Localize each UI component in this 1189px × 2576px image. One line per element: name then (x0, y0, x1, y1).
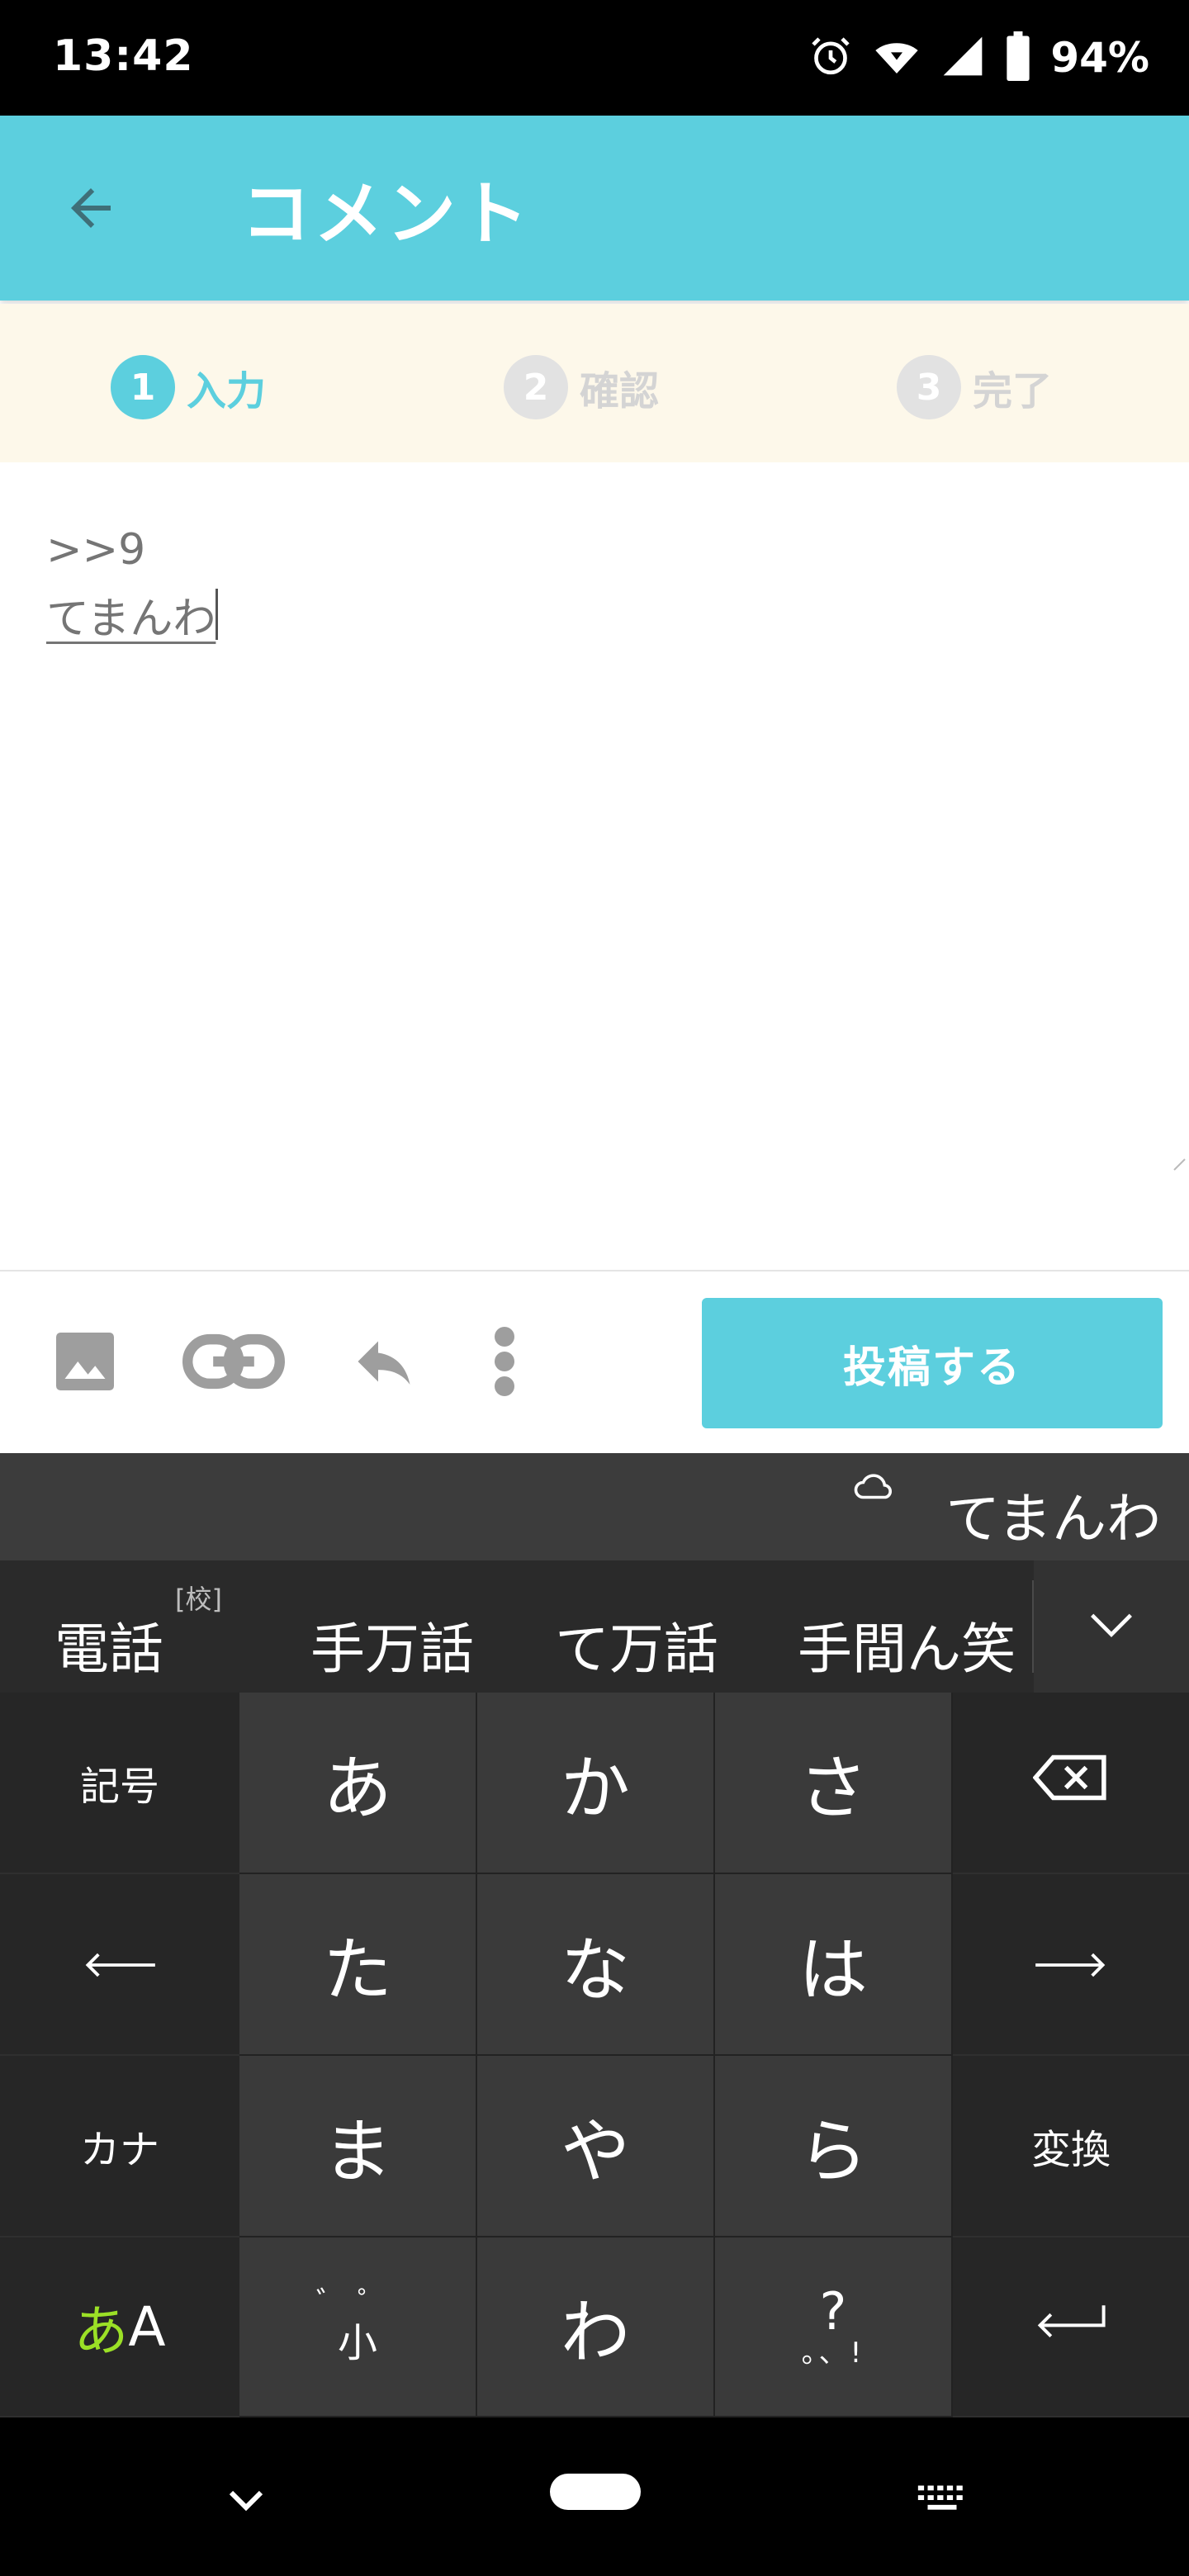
text-caret (216, 589, 219, 640)
enter-icon (1035, 2304, 1107, 2350)
key-symbols[interactable]: 記号 (0, 1693, 239, 1874)
key-grid: 記号 あ か さ た な は カナ ま や ら 変換 あ A ゛゜ 小 わ ? … (0, 1693, 1189, 2417)
resize-handle[interactable] (1171, 1156, 1186, 1171)
progress-stepper: 1 入力 2 確認 3 完了 (0, 304, 1189, 462)
step-number: 2 (504, 355, 568, 419)
small-label: 小 (337, 2320, 377, 2366)
more-vert-icon (492, 1324, 517, 1402)
composition-text: てまんわ (945, 1487, 1161, 1551)
reply-button[interactable] (339, 1318, 429, 1409)
wifi-icon (872, 33, 921, 83)
comment-textarea[interactable]: >>9 てまんわ (0, 462, 1189, 1270)
key-ha[interactable]: は (715, 1874, 953, 2056)
post-button[interactable]: 投稿する (702, 1298, 1163, 1428)
step-number: 3 (897, 355, 961, 419)
comment-toolbar: 投稿する (0, 1270, 1189, 1455)
step-confirm: 2 確認 (504, 355, 659, 419)
composition-bar: てまんわ (0, 1453, 1189, 1560)
key-ma[interactable]: ま (239, 2056, 477, 2237)
key-ka[interactable]: か (477, 1693, 715, 1874)
more-options-button[interactable] (459, 1318, 550, 1409)
status-icons: 94% (808, 31, 1149, 84)
mode-alpha-label: A (128, 2294, 166, 2359)
composing-text: てまんわ (46, 594, 216, 644)
arrow-left-icon (61, 178, 121, 241)
step-label: 完了 (973, 368, 1053, 414)
expand-candidates-button[interactable] (1034, 1560, 1189, 1693)
backspace-icon (1032, 1751, 1109, 1814)
question-label: ? (819, 2281, 847, 2342)
key-convert[interactable]: 変換 (953, 2056, 1189, 2237)
candidate-item[interactable]: 電話 (54, 1605, 163, 1684)
key-cursor-left[interactable] (0, 1874, 239, 2056)
chevron-down-icon (216, 2490, 276, 2528)
status-time: 13:42 (53, 31, 194, 81)
app-bar: コメント (0, 116, 1189, 301)
image-icon (50, 1327, 120, 1399)
home-pill-icon[interactable] (550, 2474, 641, 2510)
chevron-down-icon (1088, 1610, 1135, 1643)
dakuten-label: ゛゜ (315, 2286, 399, 2320)
system-nav-bar (0, 2417, 1189, 2576)
nav-hide-keyboard-button[interactable] (216, 2475, 276, 2528)
candidate-item[interactable]: 手万話 (310, 1605, 474, 1684)
key-cursor-right[interactable] (953, 1874, 1189, 2056)
attach-image-button[interactable] (40, 1318, 130, 1409)
reply-reference: >>9 (46, 525, 146, 575)
key-kana[interactable]: カナ (0, 2056, 239, 2237)
candidate-badge: [校] (175, 1584, 222, 1615)
key-input-mode[interactable]: あA (0, 2237, 239, 2417)
battery-percent: 94% (1050, 34, 1149, 82)
step-label: 確認 (580, 368, 660, 414)
key-a[interactable]: あ (239, 1693, 477, 1874)
step-complete: 3 完了 (897, 355, 1052, 419)
punct-label: 。、! (801, 2337, 865, 2370)
candidate-item[interactable]: て万話 (555, 1605, 718, 1684)
key-punctuation[interactable]: ? 。、! (715, 2237, 953, 2417)
cell-signal-icon (940, 33, 986, 83)
insert-link-button[interactable] (182, 1318, 285, 1409)
comment-content[interactable]: >>9 てまんわ (46, 515, 219, 654)
key-wa[interactable]: わ (477, 2237, 715, 2417)
ime-keyboard: てまんわ 電話 [校] 手万話 て万話 手間ん笑 記号 あ か さ た な は … (0, 1453, 1189, 2417)
nav-switch-keyboard-button[interactable] (913, 2475, 971, 2528)
arrow-left-icon (84, 1941, 155, 1987)
key-ta[interactable]: た (239, 1874, 477, 2056)
mode-hiragana-label: あ (73, 2299, 129, 2363)
cloud-icon (852, 1470, 897, 1506)
candidate-bar: 電話 [校] 手万話 て万話 手間ん笑 (0, 1560, 1189, 1693)
key-na[interactable]: な (477, 1874, 715, 2056)
step-input: 1 入力 (111, 355, 266, 419)
key-backspace[interactable] (953, 1693, 1189, 1874)
step-number: 1 (111, 355, 175, 419)
key-enter[interactable] (953, 2237, 1189, 2417)
candidate-item[interactable]: 手間ん笑 (798, 1605, 1030, 1684)
link-icon (182, 1327, 285, 1399)
step-label: 入力 (187, 368, 267, 414)
status-bar: 13:42 94% (0, 0, 1189, 116)
battery-icon (1004, 31, 1032, 84)
arrow-right-icon (1035, 1941, 1106, 1987)
alarm-icon (808, 33, 854, 83)
key-dakuten-small[interactable]: ゛゜ 小 (239, 2237, 477, 2417)
key-ya[interactable]: や (477, 2056, 715, 2237)
keyboard-icon (913, 2485, 971, 2528)
back-button[interactable] (50, 168, 132, 251)
key-sa[interactable]: さ (715, 1693, 953, 1874)
reply-icon (344, 1327, 424, 1399)
key-ra[interactable]: ら (715, 2056, 953, 2237)
page-title: コメント (241, 173, 533, 254)
